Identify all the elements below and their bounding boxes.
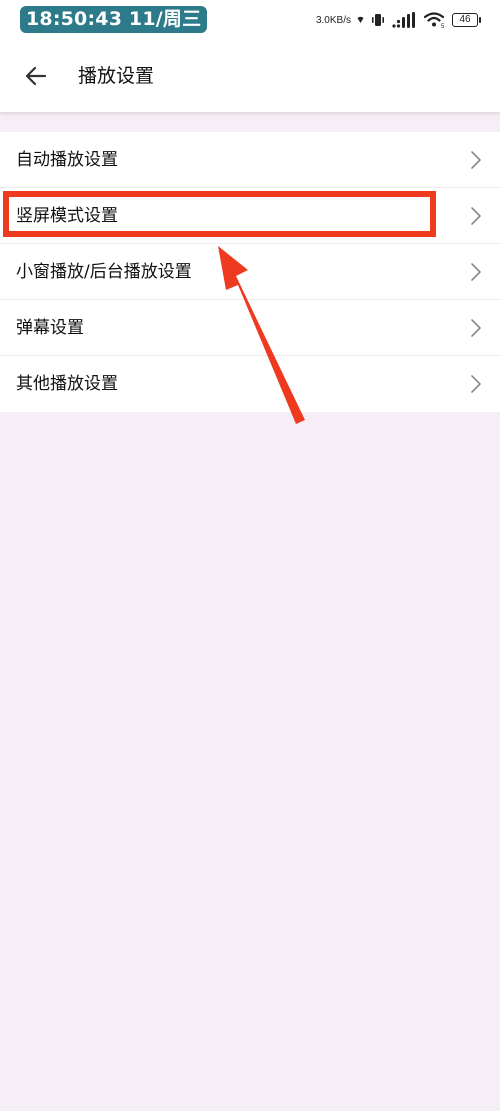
status-time: 18:50:43 11/周三 <box>20 6 208 33</box>
wifi-icon: 5 <box>424 12 445 28</box>
network-speed: 3.0KB/s <box>315 14 351 26</box>
settings-item-label: 小窗播放/后台播放设置 <box>16 262 192 282</box>
chevron-right-icon <box>471 319 481 337</box>
wifi-small-icon <box>357 16 364 23</box>
back-button[interactable] <box>14 54 58 98</box>
arrow-left-icon <box>25 66 47 86</box>
settings-item-danmaku[interactable]: 弹幕设置 <box>0 300 500 356</box>
status-bar: 18:50:43 11/周三 3.0KB/s 5 46 <box>0 0 500 40</box>
settings-item-label: 自动播放设置 <box>16 150 118 170</box>
battery-indicator: 46 <box>452 13 481 27</box>
settings-item-pip-background[interactable]: 小窗播放/后台播放设置 <box>0 244 500 300</box>
settings-item-label: 竖屏模式设置 <box>16 206 118 226</box>
settings-list: 自动播放设置 竖屏模式设置 小窗播放/后台播放设置 弹幕设置 其他播放设置 <box>0 132 500 412</box>
settings-item-portrait-mode[interactable]: 竖屏模式设置 <box>0 188 500 244</box>
chevron-right-icon <box>471 263 481 281</box>
chevron-right-icon <box>471 207 481 225</box>
svg-text:5: 5 <box>441 24 445 28</box>
settings-item-other-playback[interactable]: 其他播放设置 <box>0 356 500 412</box>
settings-item-label: 弹幕设置 <box>16 318 84 338</box>
signal-icon <box>392 12 415 28</box>
vibrate-icon <box>372 14 384 26</box>
settings-item-label: 其他播放设置 <box>16 374 118 394</box>
app-header: 播放设置 <box>0 40 500 112</box>
settings-item-autoplay[interactable]: 自动播放设置 <box>0 132 500 188</box>
page-title: 播放设置 <box>78 65 155 87</box>
chevron-right-icon <box>471 375 481 393</box>
chevron-right-icon <box>471 151 481 169</box>
status-icons: 3.0KB/s 5 46 <box>315 10 481 30</box>
